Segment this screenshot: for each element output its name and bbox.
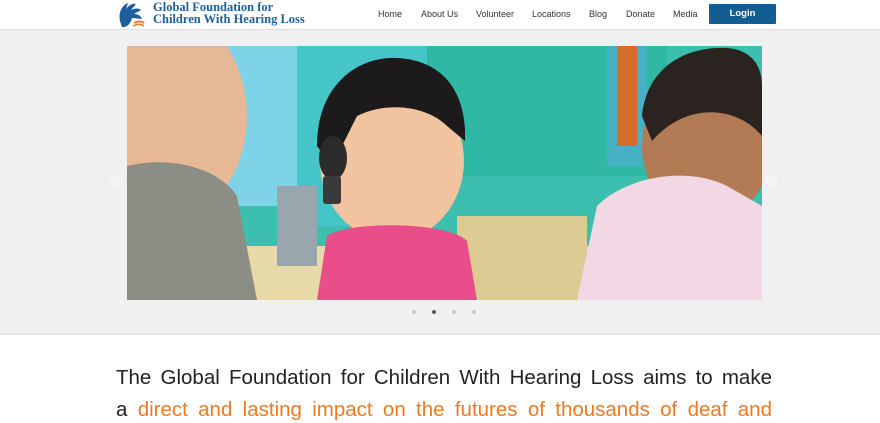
- main-nav: Home About Us Volunteer Locations Blog D…: [0, 0, 880, 30]
- mission-statement: The Global Foundation for Children With …: [116, 362, 772, 423]
- slider-prev-arrow[interactable]: ‹: [110, 175, 122, 187]
- slider-dot-3[interactable]: [452, 310, 456, 314]
- slide-photo: [127, 46, 762, 300]
- slider-next-arrow[interactable]: ›: [765, 175, 777, 187]
- login-button[interactable]: Login: [709, 4, 776, 24]
- slider-dot-2[interactable]: [432, 310, 436, 314]
- site-header: Global Foundation for Children With Hear…: [0, 0, 880, 30]
- hero-slider: ‹ ›: [0, 30, 880, 335]
- nav-home[interactable]: Home: [378, 9, 402, 19]
- nav-volunteer[interactable]: Volunteer: [476, 9, 514, 19]
- slider-dots: [0, 310, 880, 316]
- mission-line-1: The Global Foundation for Children With …: [116, 366, 772, 389]
- slider-dot-4[interactable]: [472, 310, 476, 314]
- nav-blog[interactable]: Blog: [589, 9, 607, 19]
- mission-line-2: a direct and lasting impact on the futur…: [116, 394, 772, 423]
- mission-highlight: direct and lasting impact on the futures…: [137, 398, 772, 421]
- nav-locations[interactable]: Locations: [532, 9, 571, 19]
- nav-media[interactable]: Media: [673, 9, 698, 19]
- mission-line-2-prefix: a: [116, 398, 128, 421]
- slide-image: [127, 46, 762, 300]
- nav-donate[interactable]: Donate: [626, 9, 655, 19]
- nav-about-us[interactable]: About Us: [421, 9, 458, 19]
- slider-dot-1[interactable]: [412, 310, 416, 314]
- chevron-left-icon: ‹: [114, 175, 118, 186]
- chevron-right-icon: ›: [769, 175, 773, 186]
